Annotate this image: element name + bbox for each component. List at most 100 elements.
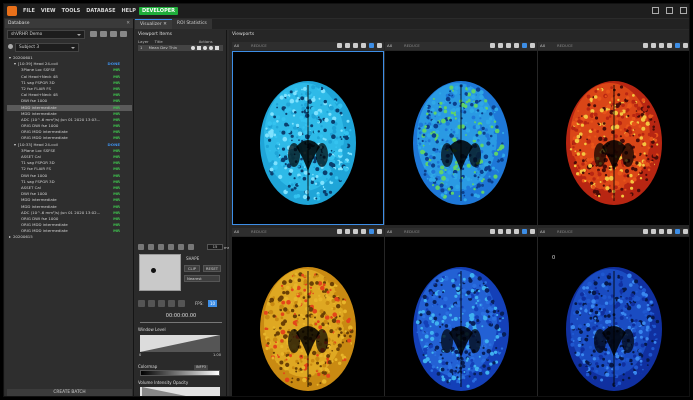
tools-icon[interactable] — [667, 229, 672, 234]
play-icon[interactable] — [138, 300, 145, 307]
crosshair-icon[interactable] — [659, 229, 664, 234]
lock-icon[interactable] — [369, 229, 374, 234]
expand-icon[interactable]: ▾ — [14, 61, 16, 66]
crosshair-icon[interactable] — [659, 43, 664, 48]
brain-image[interactable] — [385, 237, 537, 396]
record-icon[interactable] — [168, 300, 175, 307]
viewport-item-row[interactable]: 1 Mean Dev Thin — [138, 45, 223, 51]
viewport-3[interactable]: AX REDUCE — [538, 42, 689, 225]
trash-icon[interactable] — [490, 43, 495, 48]
menu-view[interactable]: VIEW — [38, 8, 59, 14]
brain-image[interactable]: 0 — [538, 237, 689, 396]
viewport-5[interactable]: AX REDUCE — [385, 228, 537, 396]
viewport-4[interactable]: AX REDUCE — [232, 228, 384, 396]
tools-icon[interactable] — [514, 43, 519, 48]
reduce-button[interactable]: REDUCE — [557, 228, 573, 236]
orientation-select[interactable]: AX — [234, 228, 239, 236]
trash-icon[interactable] — [643, 229, 648, 234]
expand-icon[interactable]: ▾ — [14, 142, 16, 147]
eraser-tool-icon[interactable] — [168, 244, 174, 250]
camera-icon[interactable] — [498, 229, 503, 234]
crosshair-icon[interactable] — [506, 229, 511, 234]
line-tool-icon[interactable] — [148, 244, 154, 250]
brain-image[interactable] — [232, 51, 384, 225]
maximize-icon[interactable] — [666, 7, 673, 14]
close-tab-icon[interactable]: ✕ — [163, 22, 167, 27]
viewport-2[interactable]: AX REDUCE — [385, 42, 537, 225]
colormap-bar[interactable] — [140, 370, 220, 376]
brush-preview[interactable] — [139, 254, 181, 291]
tools-icon[interactable] — [667, 43, 672, 48]
reduce-button[interactable]: REDUCE — [404, 228, 420, 236]
loop-icon[interactable] — [158, 300, 165, 307]
expand-icon[interactable] — [683, 43, 688, 48]
delete-icon[interactable] — [215, 46, 219, 50]
reduce-button[interactable]: REDUCE — [557, 42, 573, 50]
interpolation-select[interactable]: Nearest — [184, 275, 220, 282]
tools-icon[interactable] — [514, 229, 519, 234]
fill-tool-icon[interactable] — [178, 244, 184, 250]
print-icon[interactable] — [90, 31, 97, 37]
clip-button[interactable]: CLIP — [184, 265, 200, 272]
create-batch-button[interactable]: CREATE BATCH — [7, 389, 132, 396]
expand-icon[interactable] — [377, 229, 382, 234]
pencil-tool-icon[interactable] — [138, 244, 144, 250]
volume-opacity-curve[interactable] — [140, 387, 220, 396]
fps-input[interactable]: 10 — [208, 300, 217, 307]
crosshair-icon[interactable] — [506, 43, 511, 48]
export-icon[interactable] — [178, 300, 185, 307]
eye-icon[interactable] — [191, 46, 195, 50]
lock-icon[interactable] — [369, 43, 374, 48]
camera-icon[interactable] — [498, 43, 503, 48]
expand-icon[interactable] — [683, 229, 688, 234]
info-icon[interactable] — [203, 46, 207, 50]
time-slider[interactable] — [140, 322, 222, 323]
trash-icon[interactable] — [490, 229, 495, 234]
reset-button[interactable]: RESET — [203, 265, 221, 272]
settings-icon[interactable] — [100, 31, 107, 37]
orientation-select[interactable]: AX — [234, 42, 239, 50]
tools-icon[interactable] — [361, 43, 366, 48]
tree-row[interactable]: ▸ 20200615 — [7, 234, 132, 240]
lock-icon[interactable] — [522, 43, 527, 48]
menu-file[interactable]: FILE — [20, 8, 38, 14]
pencil-icon[interactable] — [197, 46, 201, 50]
step-icon[interactable] — [148, 300, 155, 307]
camera-icon[interactable] — [345, 43, 350, 48]
orientation-select[interactable]: AX — [540, 228, 545, 236]
list-icon[interactable] — [110, 31, 117, 37]
crosshair-icon[interactable] — [353, 43, 358, 48]
lock-icon[interactable] — [675, 43, 680, 48]
viewport-1[interactable]: AX REDUCE — [232, 42, 384, 225]
expand-icon[interactable] — [530, 229, 535, 234]
subject-select[interactable]: Subject 3 — [15, 43, 79, 52]
trash-icon[interactable] — [337, 229, 342, 234]
expand-icon[interactable]: ▾ — [9, 55, 11, 60]
brain-image[interactable] — [232, 237, 384, 396]
camera-icon[interactable] — [651, 229, 656, 234]
tools-icon[interactable] — [361, 229, 366, 234]
drop-tool-icon[interactable] — [188, 244, 194, 250]
minimize-icon[interactable] — [652, 7, 659, 14]
size-spinner[interactable]: 15 — [207, 244, 223, 250]
close-panel-icon[interactable]: ✕ — [126, 19, 130, 28]
folder-icon[interactable] — [120, 31, 127, 37]
reduce-button[interactable]: REDUCE — [404, 42, 420, 50]
viewport-6[interactable]: AX REDUCE 0 — [538, 228, 689, 396]
lock-icon[interactable] — [522, 229, 527, 234]
window-level-curve[interactable] — [140, 335, 220, 352]
tab-visualizer[interactable]: Visualizer ✕ — [135, 19, 172, 29]
camera-icon[interactable] — [651, 43, 656, 48]
trash-icon[interactable] — [643, 43, 648, 48]
brush-tool-icon[interactable] — [158, 244, 164, 250]
menu-developer[interactable]: DEVELOPER — [138, 7, 178, 15]
orientation-select[interactable]: AX — [387, 42, 392, 50]
close-icon[interactable] — [680, 7, 687, 14]
tab-roi-statistics[interactable]: ROI Statistics — [171, 19, 212, 29]
brain-image[interactable] — [538, 51, 689, 225]
expand-icon[interactable]: ▸ — [9, 234, 11, 239]
trash-icon[interactable] — [337, 43, 342, 48]
menu-database[interactable]: DATABASE — [83, 8, 118, 14]
brain-image[interactable] — [385, 51, 537, 225]
reduce-button[interactable]: REDUCE — [251, 228, 267, 236]
